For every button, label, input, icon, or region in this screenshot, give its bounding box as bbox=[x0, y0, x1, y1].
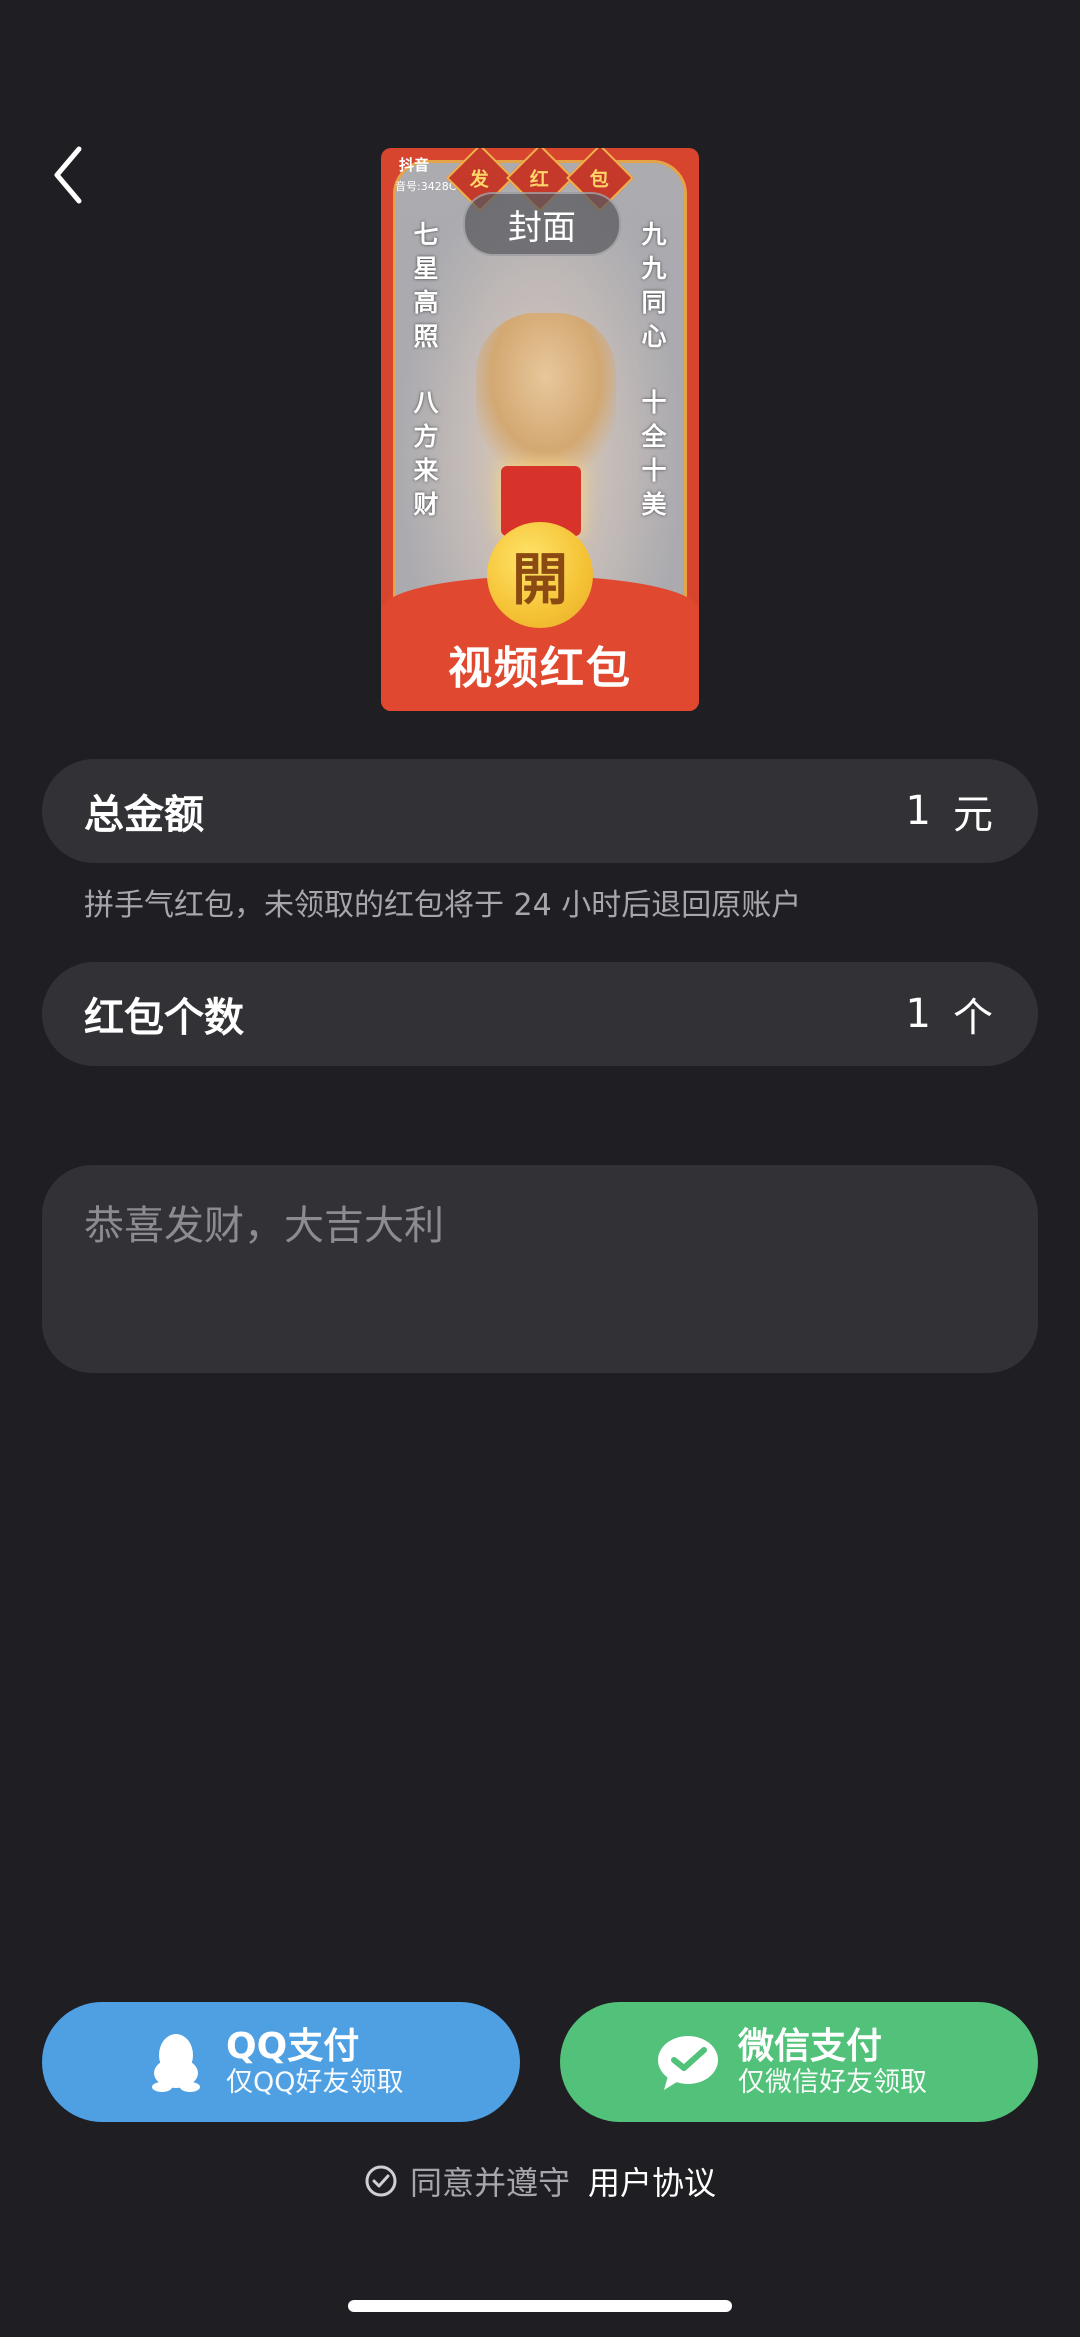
couplet-right-top: 九九同心 bbox=[641, 220, 667, 351]
qq-penguin-icon bbox=[144, 2030, 208, 2094]
cover-title-badge: 发 红 包 bbox=[446, 148, 634, 212]
total-amount-label: 总金额 bbox=[84, 792, 204, 838]
couplet-left-bottom: 八方来财 bbox=[413, 388, 439, 519]
chevron-left-icon bbox=[54, 146, 82, 204]
badge-char-1: 发 bbox=[470, 168, 490, 191]
home-indicator[interactable] bbox=[348, 2300, 732, 2312]
total-amount-unit: 元 bbox=[953, 792, 993, 838]
agreement-row: 同意并遵守 用户协议 bbox=[0, 2158, 1080, 2204]
packet-count-value-group: 1 个 bbox=[906, 985, 993, 1043]
packet-count-label: 红包个数 bbox=[84, 995, 244, 1041]
packet-count-unit: 个 bbox=[953, 995, 993, 1041]
wechat-icon bbox=[656, 2030, 720, 2094]
blessing-message-placeholder: 恭喜发财，大吉大利 bbox=[84, 1203, 444, 1249]
qq-pay-label: QQ支付 bbox=[226, 2025, 360, 2067]
wechat-pay-label: 微信支付 bbox=[738, 2025, 883, 2067]
wechat-pay-sublabel: 仅微信好友领取 bbox=[738, 2067, 927, 2099]
total-amount-value-group: 1 元 bbox=[906, 782, 993, 840]
packet-count-field[interactable]: 红包个数 1 个 bbox=[42, 962, 1038, 1066]
agreement-text: 同意并遵守 bbox=[409, 2164, 570, 2202]
packet-count-value[interactable]: 1 bbox=[906, 991, 931, 1037]
cover-cat-image bbox=[476, 313, 616, 473]
badge-char-2: 红 bbox=[530, 168, 550, 191]
cover-app-label: 抖音 bbox=[399, 156, 430, 174]
blessing-message-input[interactable]: 恭喜发财，大吉大利 bbox=[42, 1165, 1038, 1373]
couplet-left-top: 七星高照 bbox=[413, 220, 439, 351]
qq-pay-sublabel: 仅QQ好友领取 bbox=[226, 2067, 404, 2099]
couplet-right-bottom: 十全十美 bbox=[641, 388, 667, 519]
total-amount-value[interactable]: 1 bbox=[906, 788, 931, 834]
red-packet-cover[interactable]: 抖音 音号:3428C 发 红 包 封面 七星高照 八方来财 九九同心 十全十美… bbox=[381, 148, 699, 711]
amount-hint: 拼手气红包，未领取的红包将于 24 小时后退回原账户 bbox=[84, 888, 802, 923]
cover-uid-label: 音号:3428C bbox=[395, 180, 457, 193]
wechat-pay-button[interactable]: 微信支付 仅微信好友领取 bbox=[560, 2002, 1038, 2122]
open-coin-icon: 開 bbox=[487, 522, 593, 628]
cover-button[interactable]: 封面 bbox=[463, 192, 621, 256]
agreement-check-icon[interactable] bbox=[364, 2164, 398, 2198]
total-amount-field[interactable]: 总金额 1 元 bbox=[42, 759, 1038, 863]
back-button[interactable] bbox=[48, 140, 88, 210]
cover-caption: 视频红包 bbox=[448, 643, 632, 694]
badge-char-3: 包 bbox=[590, 168, 610, 191]
qq-pay-button[interactable]: QQ支付 仅QQ好友领取 bbox=[42, 2002, 520, 2122]
user-agreement-link[interactable]: 用户协议 bbox=[588, 2158, 716, 2204]
